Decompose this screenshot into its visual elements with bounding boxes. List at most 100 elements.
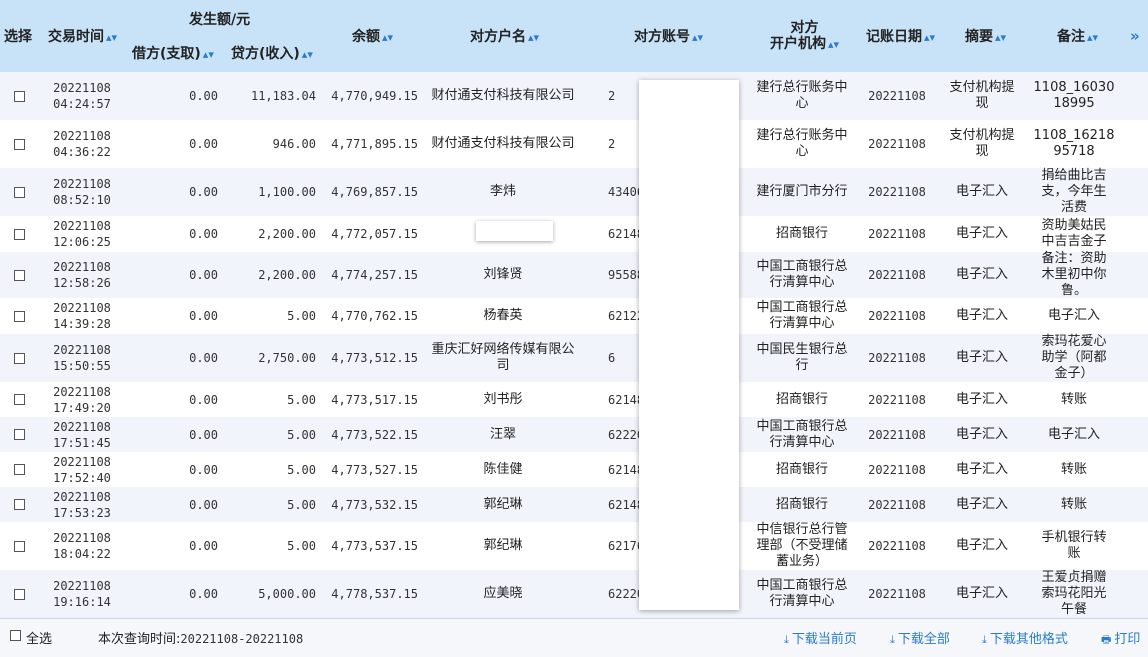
cell-summary-text: 电子汇入 [955, 308, 1008, 323]
cell-balance: 4,773,527.15 [316, 452, 418, 487]
cell-bank: 中国工商银行总行清算中心 [754, 570, 850, 618]
cell-balance: 4,771,895.15 [316, 120, 418, 168]
cell-balance-text: 4,770,762.15 [331, 309, 418, 323]
cell-debit: 0.00 [126, 417, 218, 452]
cell-name-text: 汪翠 [489, 426, 516, 442]
sort-icon[interactable]: ▴▾ [382, 31, 393, 44]
cell-bank: 中国工商银行总行清算中心 [754, 417, 850, 452]
row-checkbox[interactable] [13, 588, 25, 600]
print-link[interactable]: 🖶 打印 [1101, 628, 1140, 650]
cell-date-text: 20221108 [868, 309, 926, 323]
table-row[interactable]: 20221108 19:16:14 0.00 5,000.00 4,778,537.15… [0, 570, 1148, 618]
sort-icon[interactable]: ▴▾ [302, 48, 313, 61]
cell-remark: 1108_16218 95718 [1034, 120, 1115, 168]
cell-debit: 0.00 [126, 487, 218, 522]
row-checkbox[interactable] [13, 464, 25, 475]
col-bank-header[interactable]: 对方 开户机构 ▴▾ [770, 20, 839, 53]
cell-remark-text: 资助美姑民中吉吉金子 [1041, 218, 1107, 249]
row-checkbox[interactable] [13, 138, 25, 150]
row-checkbox[interactable] [13, 186, 25, 198]
cell-bank: 招商银行 [754, 216, 850, 252]
cell-bank: 建行厦门市分行 [754, 168, 850, 216]
cell-balance: 4,773,517.15 [316, 382, 418, 417]
sort-icon[interactable]: ▴▾ [828, 38, 839, 51]
col-name-header[interactable]: 对方户名 ▴▾ [470, 29, 539, 46]
row-checkbox[interactable] [13, 90, 25, 102]
col-remark-label: 备注 [1057, 29, 1085, 45]
cell-summary: 电子汇入 [944, 252, 1020, 298]
table-row[interactable]: 20221108 17:51:45 0.00 5.00 4,773,522.15 汪翠 62… [0, 417, 1148, 452]
row-checkbox[interactable] [13, 394, 25, 405]
more-columns-icon[interactable]: » [1130, 27, 1140, 45]
select-all-label[interactable]: 全选 [26, 628, 52, 647]
sort-icon[interactable]: ▴▾ [203, 48, 214, 61]
row-checkbox[interactable] [13, 269, 25, 281]
cell-bank: 建行总行账务中心 [754, 120, 850, 168]
sort-icon[interactable]: ▴▾ [106, 31, 117, 44]
download-other-formats-link[interactable]: ⤓ 下载其他格式 [982, 628, 1068, 647]
table-row[interactable]: 20221108 04:36:22 0.00 946.00 4,771,895.15 财付… [0, 120, 1148, 168]
col-date-header[interactable]: 记账日期 ▴▾ [866, 29, 935, 46]
col-debit-header[interactable]: 借方(支取) ▴▾ [132, 46, 214, 63]
row-checkbox[interactable] [13, 228, 25, 240]
sort-icon[interactable]: ▴▾ [692, 31, 703, 44]
table-row[interactable]: 20221108 12:58:26 0.00 2,200.00 4,774,257.15… [0, 251, 1148, 298]
cell-bank-text: 中国工商银行总行清算中心 [756, 578, 848, 609]
cell-summary-text: 电子汇入 [955, 461, 1008, 477]
row-checkbox[interactable] [13, 310, 25, 322]
table-row[interactable]: 20221108 15:50:55 0.00 2,750.00 4,773,512.15… [0, 334, 1148, 382]
cell-balance-text: 4,773,532.15 [331, 497, 418, 512]
cell-debit: 0.00 [126, 168, 218, 216]
cell-summary: 支付机构提现 [944, 72, 1020, 120]
col-amount-group-header: 发生额/元 [189, 12, 251, 28]
row-checkbox[interactable] [13, 352, 25, 364]
sort-icon[interactable]: ▴▾ [995, 31, 1006, 44]
cell-balance: 4,772,057.15 [316, 216, 418, 252]
col-remark-header[interactable]: 备注 ▴▾ [1057, 29, 1098, 46]
table-row[interactable]: 20221108 08:52:10 0.00 1,100.00 4,769,857.15… [0, 168, 1148, 216]
cell-time-clock: 08:52:10 [53, 193, 111, 207]
col-balance-header[interactable]: 余额 ▴▾ [352, 29, 393, 46]
col-account-header[interactable]: 对方账号 ▴▾ [634, 29, 703, 46]
cell-time-date: 20221108 [53, 343, 111, 357]
cell-remark: 转账 [1036, 487, 1112, 522]
sort-icon[interactable]: ▴▾ [528, 31, 539, 44]
sort-icon[interactable]: ▴▾ [924, 31, 935, 44]
cell-time-clock: 04:36:22 [53, 145, 111, 159]
cell-time: 20221108 17:52:40 [38, 452, 126, 487]
cell-debit-text: 0.00 [189, 539, 218, 553]
download-all-link[interactable]: ⤓ 下载全部 [890, 628, 950, 647]
cell-debit-text: 0.00 [189, 309, 218, 323]
row-checkbox[interactable] [13, 499, 25, 510]
cell-date: 20221108 [860, 298, 934, 334]
table-row[interactable]: 20221108 17:49:20 0.00 5.00 4,773,517.15 刘书彤 6… [0, 382, 1148, 417]
col-credit-header[interactable]: 贷方(收入) ▴▾ [231, 46, 313, 63]
cell-select [0, 417, 38, 452]
cell-name-text: 李炜 [489, 184, 516, 199]
cell-time: 20221108 19:16:14 [38, 570, 126, 618]
cell-summary: 电子汇入 [944, 216, 1020, 252]
row-checkbox[interactable] [13, 429, 25, 440]
cell-bank-text: 建行总行账务中心 [756, 80, 848, 111]
table-row[interactable]: 20221108 14:39:28 0.00 5.00 4,770,762.15 杨春英 6… [0, 298, 1148, 334]
col-time-header[interactable]: 交易时间 ▴▾ [48, 29, 117, 46]
cell-credit: 2,200.00 [218, 216, 316, 252]
table-row[interactable]: 20221108 17:52:40 0.00 5.00 4,773,527.15 陈佳健 6… [0, 452, 1148, 487]
table-row[interactable]: 20221108 12:06:25 0.00 2,200.00 4,772,057.15… [0, 216, 1148, 252]
table-row[interactable]: 20221108 04:24:57 0.00 11,183.04 4,770,949.1… [0, 72, 1148, 120]
cell-remark-text: 电子汇入 [1047, 308, 1100, 323]
row-checkbox[interactable] [13, 540, 25, 552]
cell-summary-text: 电子汇入 [955, 350, 1008, 365]
cell-debit: 0.00 [126, 120, 218, 168]
table-row[interactable]: 20221108 17:53:23 0.00 5.00 4,773,532.15 郭纪琳 6… [0, 487, 1148, 522]
table-row[interactable]: 20221108 18:04:22 0.00 5.00 4,773,537.15 郭纪琳 6… [0, 522, 1148, 570]
cell-credit: 5,000.00 [218, 570, 316, 618]
cell-time: 20221108 04:36:22 [38, 120, 126, 168]
col-summary-header[interactable]: 摘要 ▴▾ [965, 29, 1006, 46]
select-all-checkbox[interactable] [10, 630, 21, 641]
sort-icon[interactable]: ▴▾ [1087, 31, 1098, 44]
cell-summary: 电子汇入 [944, 382, 1020, 417]
cell-time-date: 20221108 [53, 579, 111, 593]
download-current-page-link[interactable]: ⤓ 下载当前页 [784, 628, 857, 647]
cell-balance-text: 4,773,537.15 [331, 539, 418, 553]
